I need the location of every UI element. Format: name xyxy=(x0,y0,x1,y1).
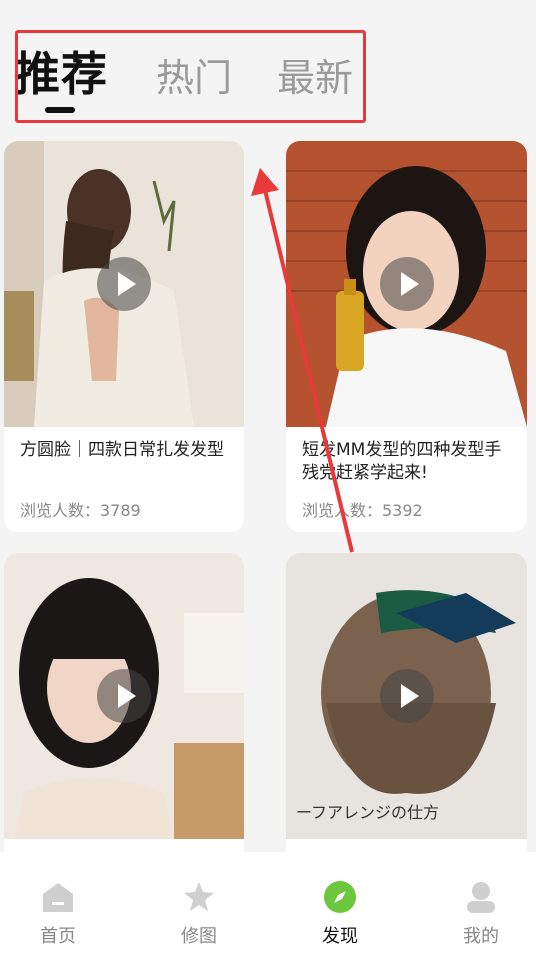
nav-discover-label: 发现 xyxy=(322,926,358,947)
nav-profile-label: 我的 xyxy=(463,926,499,947)
play-icon[interactable] xyxy=(379,669,434,723)
view-count: 浏览人数：5392 xyxy=(302,501,423,520)
top-tab-bar: 推荐 热门 最新 xyxy=(0,0,536,135)
nav-profile[interactable]: 我的 xyxy=(414,852,536,960)
home-icon xyxy=(43,883,73,912)
video-card[interactable]: ーフアレンジの仕方 xyxy=(286,553,527,873)
nav-edit-label: 修图 xyxy=(181,926,217,947)
card-title: 短发MM发型的四种发型手残党赶紧学起来! xyxy=(302,440,502,483)
video-card[interactable] xyxy=(4,553,244,873)
play-icon[interactable] xyxy=(97,257,151,311)
video-card[interactable]: 方圆脸｜四款日常扎发发型 浏览人数：3789 xyxy=(4,141,244,532)
video-thumbnail xyxy=(4,553,244,839)
play-icon[interactable] xyxy=(379,257,434,311)
annotation-highlight-box xyxy=(15,30,366,123)
nav-discover[interactable]: 发现 xyxy=(273,852,407,960)
compass-icon xyxy=(324,881,356,913)
svg-text:ーフアレンジの仕方: ーフアレンジの仕方 xyxy=(296,803,439,822)
video-thumbnail: ーフアレンジの仕方 xyxy=(286,553,527,839)
star-edit-icon xyxy=(184,882,214,911)
nav-home[interactable]: 首页 xyxy=(0,852,125,960)
profile-icon xyxy=(467,882,495,913)
video-thumbnail xyxy=(4,141,244,427)
nav-edit[interactable]: 修图 xyxy=(132,852,266,960)
play-icon[interactable] xyxy=(97,669,151,723)
video-card[interactable]: 短发MM发型的四种发型手残党赶紧学起来! 浏览人数：5392 xyxy=(286,141,527,532)
nav-home-label: 首页 xyxy=(40,926,76,947)
video-thumbnail xyxy=(286,141,527,427)
bottom-navigation: 首页 修图 发现 我的 xyxy=(0,852,536,960)
card-title: 方圆脸｜四款日常扎发发型 xyxy=(20,440,224,460)
view-count: 浏览人数：3789 xyxy=(20,501,141,520)
